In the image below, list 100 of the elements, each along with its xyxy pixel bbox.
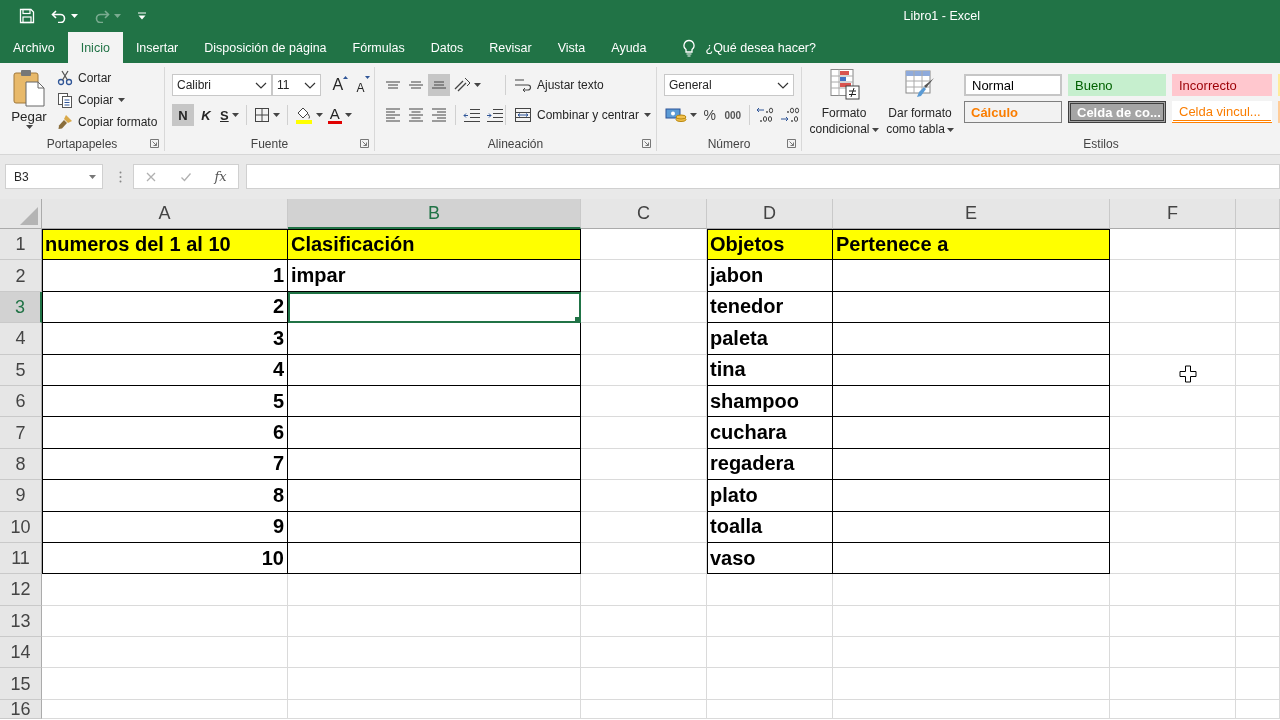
row-header[interactable]: 8 [0,448,42,481]
align-left-icon [386,108,400,122]
sheet-cell: 6 [42,417,288,449]
row-header[interactable]: 5 [0,354,42,386]
format-painter-button[interactable]: Copiar formato [54,111,161,133]
ribbon-tab[interactable]: Datos [417,32,477,63]
sheet-cell [1236,448,1280,481]
group-label: Portapapeles [46,136,118,151]
paintbrush-icon [57,114,73,130]
dialog-launcher-button[interactable] [642,139,651,149]
sheet-cell [1236,323,1280,355]
font-color-button[interactable]: A [325,104,354,126]
column-header[interactable]: F [1110,199,1236,229]
ribbon-tab[interactable]: Revisar [476,32,545,63]
row-header[interactable]: 16 [0,699,42,719]
row-header[interactable]: 3 [0,291,42,324]
column-header[interactable]: C [581,199,707,229]
search-field[interactable]: ¿Qué desea hacer? [705,40,841,55]
sheet-cell [1236,385,1280,418]
font-size-field[interactable]: 11 [271,74,321,96]
number-format-field[interactable]: General [664,74,794,96]
corner-arrow-icon [642,139,651,149]
ribbon-tab[interactable]: Insertar [122,32,192,63]
conditional-format-button[interactable]: Formato condicional [806,67,882,137]
row-header[interactable]: 15 [0,668,42,700]
row-header[interactable]: 10 [0,511,42,543]
column-header[interactable]: A [42,199,288,229]
caret-icon [231,113,239,117]
shrink-font-button[interactable]: A [352,74,374,96]
plus-cursor-icon [1179,365,1197,383]
group-label: Alineación [487,136,544,151]
row-header[interactable]: 7 [0,417,42,449]
sheet-cell: jabon [707,260,833,292]
grow-font-button[interactable]: A [329,74,352,96]
caret-icon [272,113,280,117]
row-header[interactable]: 11 [0,542,42,575]
ribbon-tab[interactable]: Vista [544,32,599,63]
paint-bucket-icon [294,106,313,124]
row-header[interactable]: 12 [0,574,42,606]
cancel-button[interactable] [145,170,158,183]
wrap-text-button[interactable]: Ajustar texto [511,74,607,96]
column-header[interactable]: D [707,199,833,229]
redo-icon [94,9,110,23]
sheet-cell [1236,699,1280,719]
sheet-cell: 7 [42,448,288,481]
percent-button[interactable]: % [698,104,721,126]
triangle-icon [20,207,38,225]
align-bottom-button[interactable] [428,74,450,96]
sheet-cell: 4 [42,354,288,386]
cell-style-option[interactable]: Normal [964,74,1062,96]
sheet-cell [1236,605,1280,638]
underline-button[interactable]: S [218,104,241,126]
formula-input[interactable] [246,164,1280,189]
cancel-icon [145,170,158,183]
enter-button[interactable] [179,170,192,183]
ribbon-tab[interactable]: Disposición de página [191,32,340,63]
active-cell[interactable] [288,291,581,324]
caret-icon [344,113,352,117]
sheet-cell [1236,668,1280,700]
merge-center-button[interactable]: Combinar y centrar [511,104,655,126]
insert-function-button[interactable]: fx [214,169,227,184]
sheet-cell: vaso [707,542,833,575]
indent-icon [486,107,504,123]
column-header[interactable]: E [833,199,1110,229]
row-header[interactable]: 13 [0,605,42,638]
row-header[interactable]: 9 [0,480,42,512]
row-header[interactable]: 14 [0,637,42,669]
sheet-cell: toalla [707,511,833,543]
name-box[interactable]: B3 [5,164,103,189]
dialog-launcher-button[interactable] [787,139,796,149]
cut-button[interactable]: Cortar [54,67,161,89]
corner-arrow-icon [150,139,159,149]
bold-button[interactable]: N [172,104,194,126]
copy-button[interactable]: Copiar [54,89,161,111]
thousands-separator-button[interactable]: 000 [721,104,744,126]
check-icon [179,170,192,183]
font-name-field[interactable]: Calibri [172,74,272,96]
slanted-lines-icon [453,77,471,93]
caret-icon [644,113,652,117]
sheet-cell: paleta [707,323,833,355]
ribbon-tab[interactable]: Inicio [67,32,123,63]
ribbon-tab[interactable]: Fórmulas [339,32,418,63]
ribbon-tab[interactable]: Ayuda [598,32,660,63]
row-header[interactable]: 4 [0,323,42,355]
dialog-launcher-button[interactable] [150,139,159,149]
column-header[interactable]: B [288,199,581,229]
row-header[interactable]: 6 [0,385,42,418]
row-header[interactable]: 2 [0,260,42,292]
sheet-cell [1236,511,1280,543]
cell-style-option[interactable]: Incorrecto [1172,74,1272,96]
align-bottom-icon [432,81,446,89]
group-label: Fuente [250,136,289,151]
fill-handle[interactable] [575,317,580,323]
row-header[interactable]: 1 [0,229,42,261]
ribbon-tab[interactable]: Archivo [0,32,68,63]
paste-button[interactable]: Pegar [8,67,50,137]
dialog-launcher-button[interactable] [360,139,369,149]
italic-button[interactable]: K [195,104,217,126]
format-as-table-button[interactable]: Dar formato como tabla [882,67,958,137]
cell-style-option[interactable]: Bueno [1068,74,1166,96]
